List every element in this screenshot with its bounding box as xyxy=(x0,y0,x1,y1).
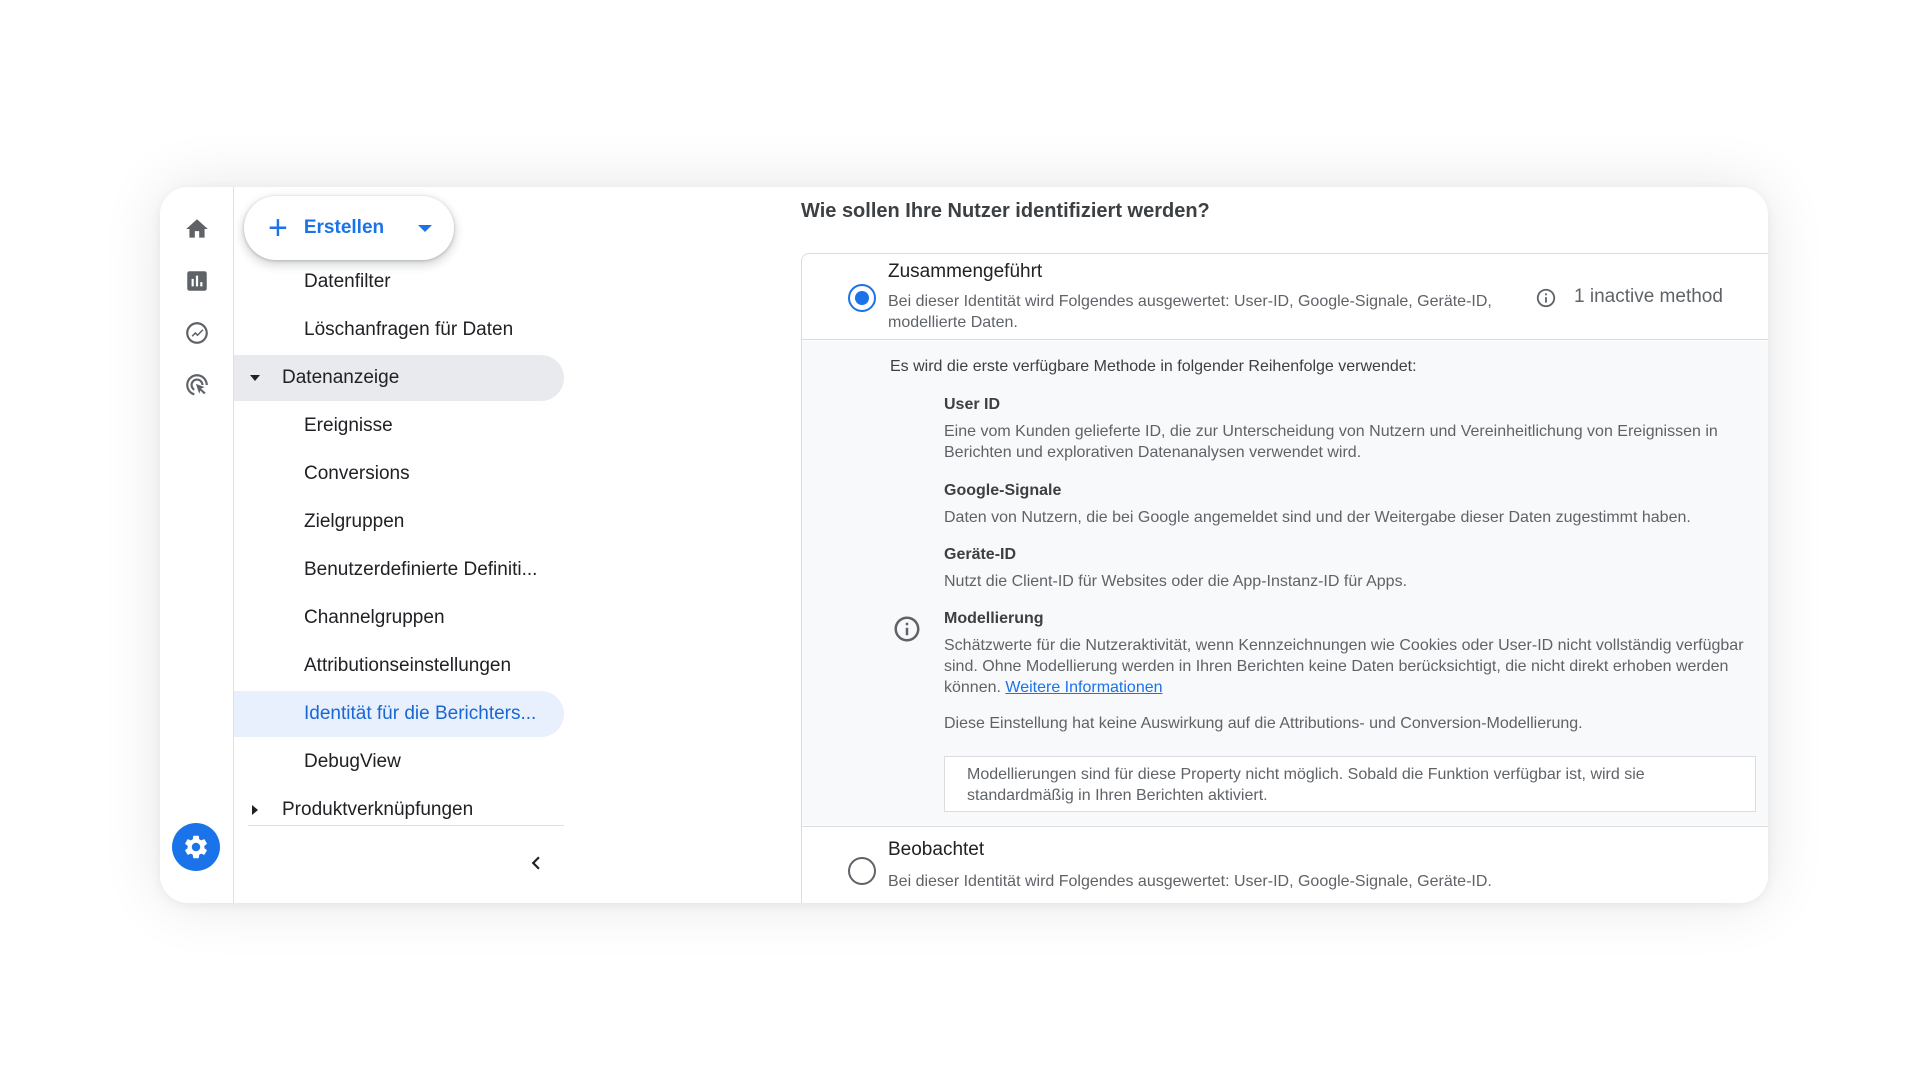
nav-group-produktverknuepfungen[interactable]: Produktverknüpfungen xyxy=(234,787,564,833)
method-text-user-id: Eine vom Kunden gelieferte ID, die zur U… xyxy=(944,423,1718,461)
info-icon xyxy=(892,614,922,644)
nav-group-datenanzeige[interactable]: Datenanzeige xyxy=(234,355,564,401)
nav-item-label: Produktverknüpfungen xyxy=(282,799,474,820)
nav-item-label: Löschanfragen für Daten xyxy=(304,319,514,340)
advertising-icon[interactable] xyxy=(177,365,217,405)
nav-item-label: Attributionseinstellungen xyxy=(304,655,512,676)
explore-icon[interactable] xyxy=(177,313,217,353)
learn-more-link[interactable]: Weitere Informationen xyxy=(1005,679,1162,696)
inactive-method-count: 1 inactive method xyxy=(1574,286,1723,307)
create-button[interactable]: + Erstellen xyxy=(244,196,454,260)
details-intro: Es wird die erste verfügbare Methode in … xyxy=(890,358,1417,375)
nav-item-ereignisse[interactable]: Ereignisse xyxy=(234,403,564,449)
chevron-down-icon[interactable] xyxy=(1767,857,1768,883)
nav-item-label: Conversions xyxy=(304,463,410,484)
nav-item-loeschanfragen[interactable]: Löschanfragen für Daten xyxy=(234,307,564,353)
option-description: Bei dieser Identität wird Folgendes ausg… xyxy=(888,293,1492,331)
left-rail xyxy=(160,187,234,903)
modeling-note: Diese Einstellung hat keine Auswirkung a… xyxy=(944,715,1583,732)
method-title-device-id: Geräte-ID xyxy=(944,546,1017,563)
method-title-google-signals: Google-Signale xyxy=(944,482,1062,499)
main-content: Wie sollen Ihre Nutzer identifiziert wer… xyxy=(644,187,1768,903)
nav-item-label: DebugView xyxy=(304,751,401,772)
nav-item-benutzerdefinierte-definitionen[interactable]: Benutzerdefinierte Definiti... xyxy=(234,547,564,593)
identity-options-card: Zusammengeführt Bei dieser Identität wir… xyxy=(801,253,1768,903)
option-description: Bei dieser Identität wird Folgendes ausg… xyxy=(888,873,1492,890)
caret-down-icon[interactable] xyxy=(418,225,432,232)
app-window: + Erstellen Datenfilter Löschanfragen fü… xyxy=(160,187,1768,903)
radio-observed[interactable] xyxy=(848,857,876,885)
nav-item-label: Channelgruppen xyxy=(304,607,445,628)
chevron-left-icon[interactable] xyxy=(518,845,554,881)
option-blended-header[interactable]: Zusammengeführt Bei dieser Identität wir… xyxy=(802,254,1768,340)
option-title: Beobachtet xyxy=(888,839,985,860)
expand-triangle-icon xyxy=(250,375,260,381)
nav-item-label: Datenfilter xyxy=(304,271,391,292)
reports-icon[interactable] xyxy=(177,261,217,301)
create-button-label: Erstellen xyxy=(303,217,385,238)
chevron-up-icon[interactable] xyxy=(1767,284,1768,310)
nav-item-attributionseinstellungen[interactable]: Attributionseinstellungen xyxy=(234,643,564,689)
nav-item-label: Datenanzeige xyxy=(282,367,400,388)
option-observed[interactable]: Beobachtet Bei dieser Identität wird Fol… xyxy=(802,826,1768,903)
radio-blended[interactable] xyxy=(848,284,876,312)
plus-icon: + xyxy=(268,209,288,247)
nav-item-label: Benutzerdefinierte Definiti... xyxy=(304,559,538,580)
nav-item-datenfilter[interactable]: Datenfilter xyxy=(234,259,564,305)
method-text-modeling: Schätzwerte für die Nutzeraktivität, wen… xyxy=(944,635,1764,698)
nav-item-identitaet-berichterstellung[interactable]: Identität für die Berichters... xyxy=(234,691,564,737)
nav-item-zielgruppen[interactable]: Zielgruppen xyxy=(234,499,564,545)
option-blended-details: Es wird die erste verfügbare Methode in … xyxy=(802,341,1768,825)
option-title: Zusammengeführt xyxy=(888,261,1043,282)
nav-item-conversions[interactable]: Conversions xyxy=(234,451,564,497)
nav-item-label: Ereignisse xyxy=(304,415,393,436)
nav-item-label: Zielgruppen xyxy=(304,511,405,532)
method-text-google-signals: Daten von Nutzern, die bei Google angeme… xyxy=(944,509,1691,526)
info-icon[interactable] xyxy=(1535,287,1557,309)
admin-nav: + Erstellen Datenfilter Löschanfragen fü… xyxy=(234,187,649,903)
method-title-modeling: Modellierung xyxy=(944,610,1044,627)
method-title-user-id: User ID xyxy=(944,396,1001,413)
nav-item-label: Identität für die Berichters... xyxy=(304,703,537,724)
nav-item-debugview[interactable]: DebugView xyxy=(234,739,564,785)
home-icon[interactable] xyxy=(177,209,217,249)
page-question: Wie sollen Ihre Nutzer identifiziert wer… xyxy=(801,200,1210,222)
nav-item-channelgruppen[interactable]: Channelgruppen xyxy=(234,595,564,641)
method-text-device-id: Nutzt die Client-ID für Websites oder di… xyxy=(944,573,1408,590)
collapsed-triangle-icon xyxy=(252,805,258,815)
gear-icon[interactable] xyxy=(172,823,220,871)
nav-divider xyxy=(248,825,564,826)
modeling-unavailable-notice: Modellierungen sind für diese Property n… xyxy=(944,756,1756,812)
